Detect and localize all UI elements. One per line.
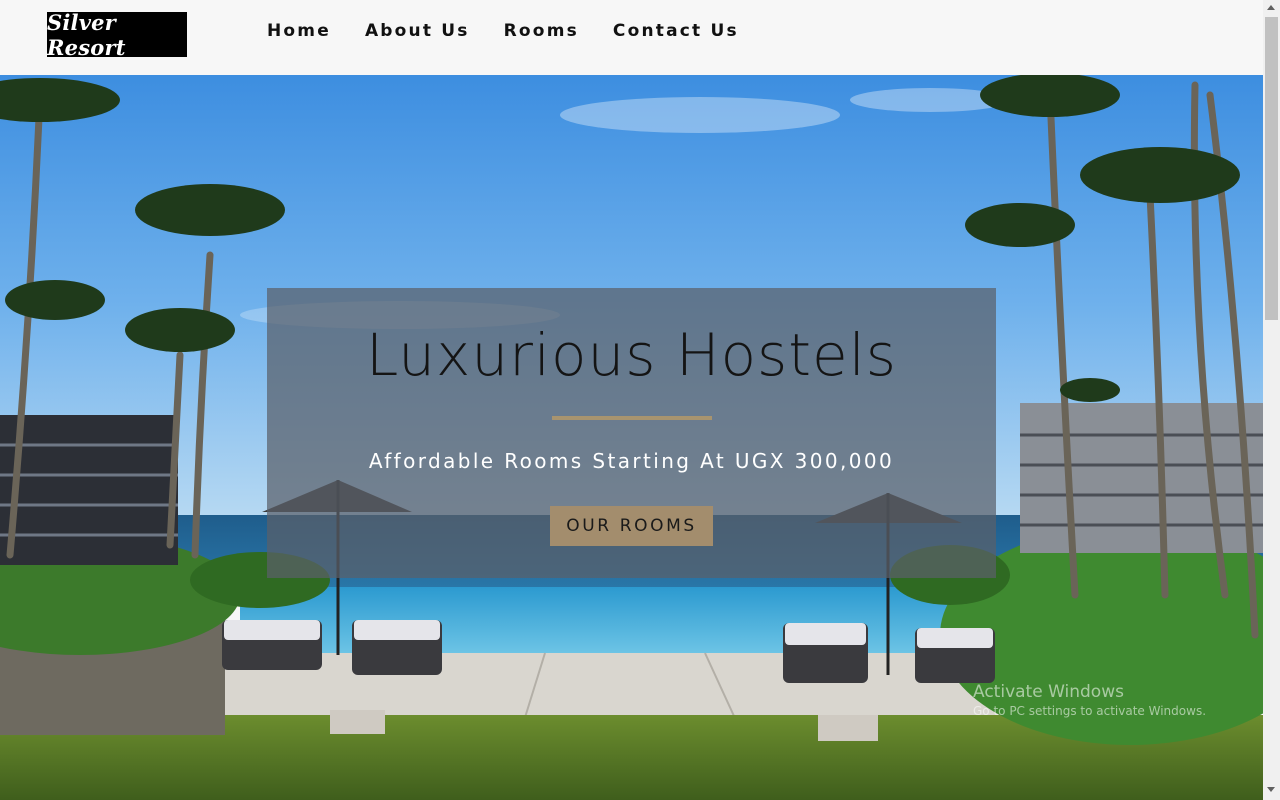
vertical-scrollbar[interactable]	[1263, 0, 1280, 800]
hero-section: Luxurious Hostels Affordable Rooms Start…	[0, 75, 1263, 800]
scroll-up-arrow-icon[interactable]	[1267, 5, 1275, 10]
site-logo[interactable]: Silver Resort	[47, 10, 187, 60]
activate-windows-watermark: Activate Windows Go to PC settings to ac…	[973, 682, 1206, 718]
main-nav: Home About Us Rooms Contact Us	[250, 20, 756, 42]
hero-caption-box: Luxurious Hostels Affordable Rooms Start…	[267, 288, 996, 578]
hero-subtitle: Affordable Rooms Starting At UGX 300,000	[368, 449, 895, 473]
nav-about-us[interactable]: About Us	[348, 20, 487, 42]
watermark-line2: Go to PC settings to activate Windows.	[973, 704, 1207, 718]
scroll-thumb[interactable]	[1265, 17, 1278, 320]
hero-title: Luxurious Hostels	[365, 321, 898, 389]
watermark-line1: Activate Windows	[973, 682, 1124, 702]
nav-rooms[interactable]: Rooms	[487, 20, 596, 42]
site-header: Silver Resort Home About Us Rooms Contac…	[0, 0, 1263, 75]
nav-home[interactable]: Home	[250, 20, 348, 42]
title-divider	[552, 416, 712, 420]
our-rooms-button[interactable]: OUR ROOMS	[550, 506, 713, 546]
scroll-down-arrow-icon[interactable]	[1267, 787, 1275, 792]
nav-contact-us[interactable]: Contact Us	[596, 20, 756, 42]
